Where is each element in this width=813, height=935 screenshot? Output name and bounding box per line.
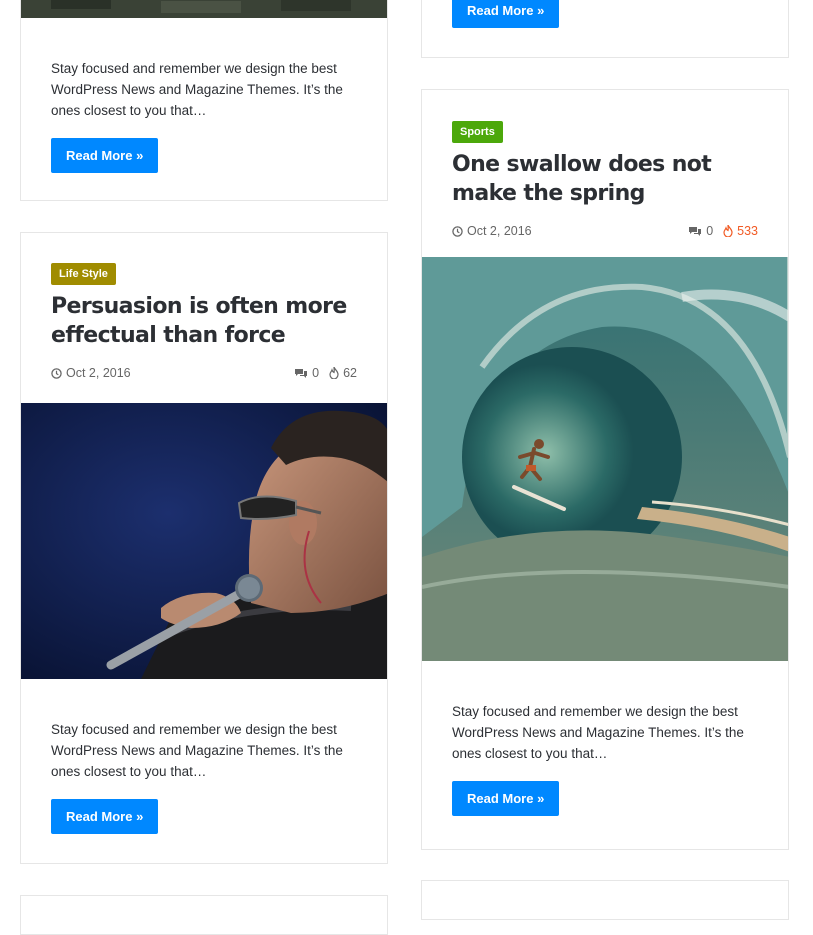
- read-more-button[interactable]: Read More »: [51, 138, 159, 173]
- view-count-text: 62: [343, 366, 357, 380]
- post-excerpt: Stay focused and remember we design the …: [51, 722, 343, 779]
- flame-icon: [329, 367, 339, 379]
- post-date-text: Oct 2, 2016: [467, 224, 532, 238]
- read-more-button[interactable]: Read More »: [452, 781, 560, 816]
- read-more-button[interactable]: Read More »: [51, 799, 159, 834]
- comments-icon: [688, 226, 702, 237]
- read-more-button[interactable]: Read More »: [452, 0, 560, 28]
- category-badge-sports[interactable]: Sports: [452, 121, 503, 143]
- comment-count-text: 0: [312, 366, 320, 380]
- post-thumbnail-singer[interactable]: [21, 403, 388, 679]
- view-count-text: 533: [737, 224, 758, 238]
- category-badge-lifestyle[interactable]: Life Style: [51, 263, 116, 285]
- post-excerpt: Stay focused and remember we design the …: [452, 704, 744, 761]
- post-meta: Oct 2, 2016 0 62: [51, 366, 357, 380]
- clock-icon: [452, 225, 463, 237]
- comments-icon: [294, 368, 308, 379]
- post-excerpt: Stay focused and remember we design the …: [51, 61, 343, 118]
- post-card-next-left: [20, 895, 388, 935]
- post-date: Oct 2, 2016: [51, 366, 131, 380]
- post-title[interactable]: Persuasion is often more effectual than …: [51, 292, 357, 350]
- post-card-next-right: [421, 880, 789, 920]
- view-count: 62: [329, 366, 357, 380]
- clock-icon: [51, 367, 62, 379]
- post-card-top-right: Read More »: [421, 0, 789, 58]
- view-count: 533: [723, 224, 758, 238]
- post-meta: Oct 2, 2016 0 533: [452, 224, 758, 238]
- comment-count-text: 0: [706, 224, 714, 238]
- post-date-text: Oct 2, 2016: [66, 366, 131, 380]
- post-card-top-left: Stay focused and remember we design the …: [20, 0, 388, 201]
- post-thumbnail-surfer[interactable]: [422, 257, 789, 661]
- post-date: Oct 2, 2016: [452, 224, 532, 238]
- post-card-persuasion: Life Style Persuasion is often more effe…: [20, 232, 388, 864]
- flame-icon: [723, 225, 733, 237]
- post-title[interactable]: One swallow does not make the spring: [452, 150, 758, 208]
- post-card-swallow: Sports One swallow does not make the spr…: [421, 89, 789, 850]
- comment-count[interactable]: 0: [688, 224, 713, 238]
- comment-count[interactable]: 0: [294, 366, 319, 380]
- post-thumbnail-city[interactable]: [21, 0, 388, 18]
